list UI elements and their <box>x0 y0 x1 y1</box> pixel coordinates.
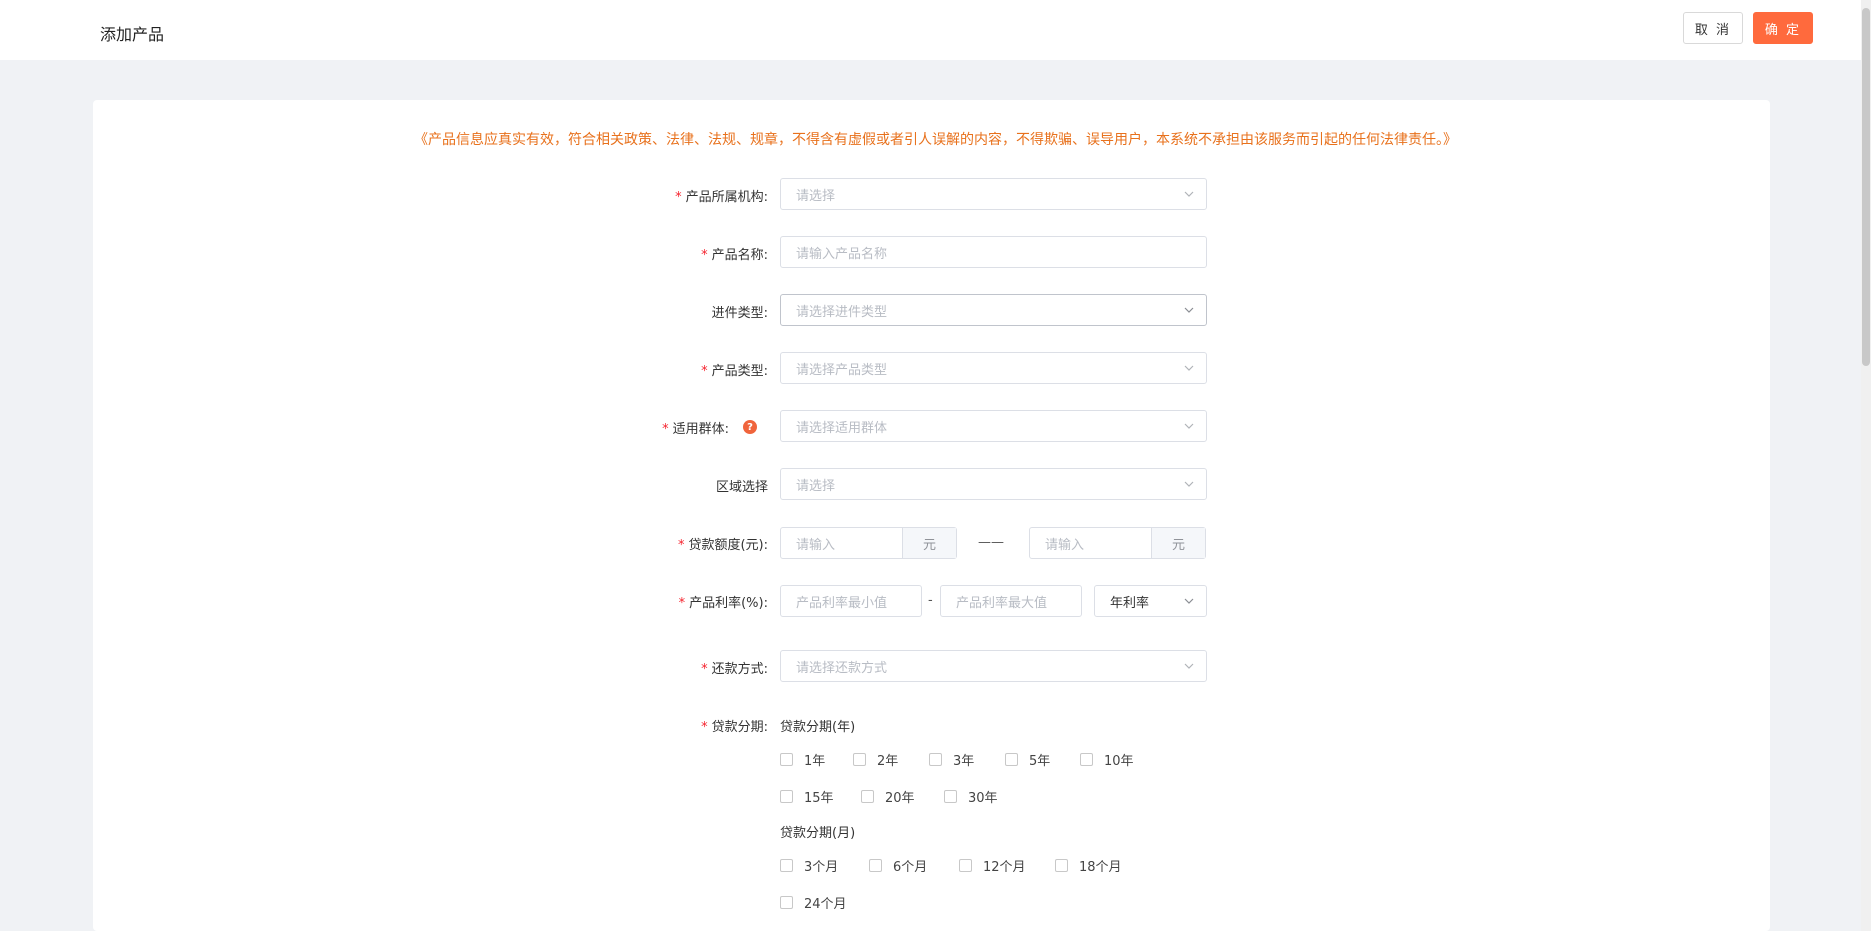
rate-min-placeholder: 产品利率最小值 <box>796 595 888 611</box>
rate-type-select[interactable]: 年利率 <box>1094 585 1207 617</box>
term-months-title: 贷款分期(月) <box>780 826 856 841</box>
scrollbar-thumb[interactable] <box>1862 8 1870 366</box>
term-year-checkbox[interactable]: 2年 <box>853 750 898 769</box>
repay-label: * 还款方式: <box>701 662 768 677</box>
rate-label: * 产品利率(%): <box>678 596 768 611</box>
term-month-checkbox[interactable]: 3个月 <box>780 856 838 875</box>
required-mark: * <box>675 190 682 205</box>
term-label: * 贷款分期: <box>701 720 768 735</box>
org-placeholder: 请选择 <box>796 188 836 204</box>
chevron-down-icon <box>1184 305 1194 315</box>
amount-max-input[interactable]: 请输入 元 <box>1029 527 1206 559</box>
confirm-button[interactable]: 确 定 <box>1753 12 1813 44</box>
region-placeholder: 请选择 <box>796 478 836 494</box>
chevron-down-icon <box>1184 363 1194 373</box>
org-select[interactable]: 请选择 <box>780 178 1207 210</box>
amount-min-input[interactable]: 请输入 元 <box>780 527 957 559</box>
rate-min-input[interactable]: 产品利率最小值 <box>780 585 922 617</box>
amount-min-unit: 元 <box>902 528 956 558</box>
term-year-checkbox[interactable]: 3年 <box>929 750 974 769</box>
legal-notice: 《产品信息应真实有效，符合相关政策、法律、法规、规章，不得含有虚假或者引人误解的… <box>414 132 1457 148</box>
help-icon[interactable]: ? <box>743 420 757 434</box>
chevron-down-icon <box>1184 479 1194 489</box>
rate-max-placeholder: 产品利率最大值 <box>956 595 1048 611</box>
term-year-checkbox[interactable]: 5年 <box>1005 750 1050 769</box>
apply-type-label: 进件类型: <box>711 306 768 321</box>
region-label: 区域选择 <box>715 480 768 495</box>
rate-separator: - <box>928 593 933 608</box>
name-label: * 产品名称: <box>701 248 768 263</box>
term-years-title: 贷款分期(年) <box>780 720 856 735</box>
org-label: * 产品所属机构: <box>675 190 768 205</box>
group-placeholder: 请选择适用群体 <box>796 420 888 436</box>
rate-max-input[interactable]: 产品利率最大值 <box>940 585 1082 617</box>
group-label: * 适用群体: <box>662 422 729 437</box>
term-year-checkbox[interactable]: 20年 <box>861 787 915 806</box>
term-year-checkbox[interactable]: 1年 <box>780 750 825 769</box>
amount-max-placeholder: 请输入 <box>1045 537 1085 553</box>
term-month-checkbox[interactable]: 24个月 <box>780 893 847 912</box>
term-month-checkbox[interactable]: 18个月 <box>1055 856 1122 875</box>
apply-type-select[interactable]: 请选择进件类型 <box>780 294 1207 326</box>
product-type-placeholder: 请选择产品类型 <box>796 362 888 378</box>
top-bar: 添加产品 取 消 确 定 <box>0 0 1861 60</box>
apply-type-placeholder: 请选择进件类型 <box>796 304 888 320</box>
term-year-checkbox[interactable]: 15年 <box>780 787 834 806</box>
term-year-checkbox[interactable]: 30年 <box>944 787 998 806</box>
group-select[interactable]: 请选择适用群体 <box>780 410 1207 442</box>
form-card <box>93 100 1770 931</box>
amount-max-unit: 元 <box>1151 528 1205 558</box>
rate-type-value: 年利率 <box>1110 595 1150 611</box>
repay-placeholder: 请选择还款方式 <box>796 660 888 676</box>
term-month-checkbox[interactable]: 6个月 <box>869 856 927 875</box>
product-type-label: * 产品类型: <box>701 364 768 379</box>
chevron-down-icon <box>1184 596 1194 606</box>
product-type-select[interactable]: 请选择产品类型 <box>780 352 1207 384</box>
term-month-checkbox[interactable]: 12个月 <box>959 856 1026 875</box>
name-placeholder: 请输入产品名称 <box>796 246 888 262</box>
term-year-checkbox[interactable]: 10年 <box>1080 750 1134 769</box>
chevron-down-icon <box>1184 661 1194 671</box>
page-title: 添加产品 <box>100 25 165 44</box>
amount-separator: —— <box>978 535 1004 550</box>
region-select[interactable]: 请选择 <box>780 468 1207 500</box>
chevron-down-icon <box>1184 421 1194 431</box>
amount-min-placeholder: 请输入 <box>796 537 836 553</box>
cancel-button[interactable]: 取 消 <box>1683 12 1743 44</box>
chevron-down-icon <box>1184 189 1194 199</box>
amount-label: * 贷款额度(元): <box>677 538 768 553</box>
name-input[interactable]: 请输入产品名称 <box>780 236 1207 268</box>
repay-select[interactable]: 请选择还款方式 <box>780 650 1207 682</box>
